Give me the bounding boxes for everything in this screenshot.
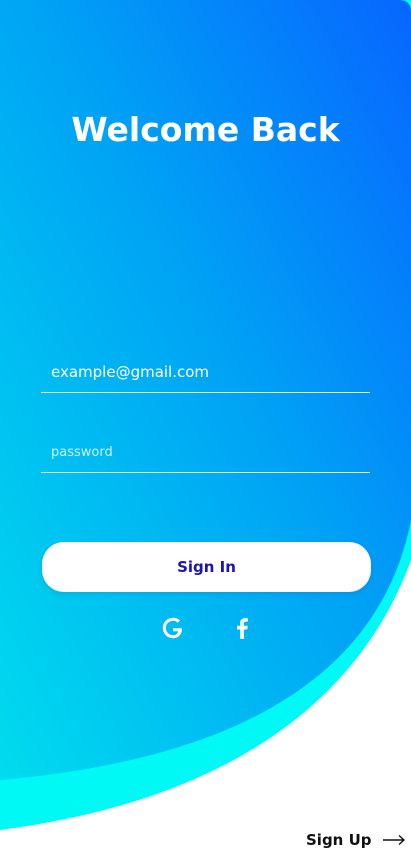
sign-up-label: Sign Up: [306, 831, 372, 849]
email-input[interactable]: [41, 352, 370, 392]
sign-up-link[interactable]: Sign Up: [306, 826, 406, 854]
password-field-container: [41, 433, 370, 473]
email-field-container: [41, 352, 370, 393]
page-title: Welcome Back: [71, 110, 340, 149]
login-screen: Welcome Back Sign In Sign Up: [0, 0, 411, 866]
password-input[interactable]: [41, 433, 370, 472]
facebook-icon[interactable]: [229, 614, 255, 642]
sign-in-button[interactable]: Sign In: [42, 542, 371, 592]
google-icon[interactable]: [160, 614, 186, 642]
arrow-right-icon: [382, 834, 406, 846]
